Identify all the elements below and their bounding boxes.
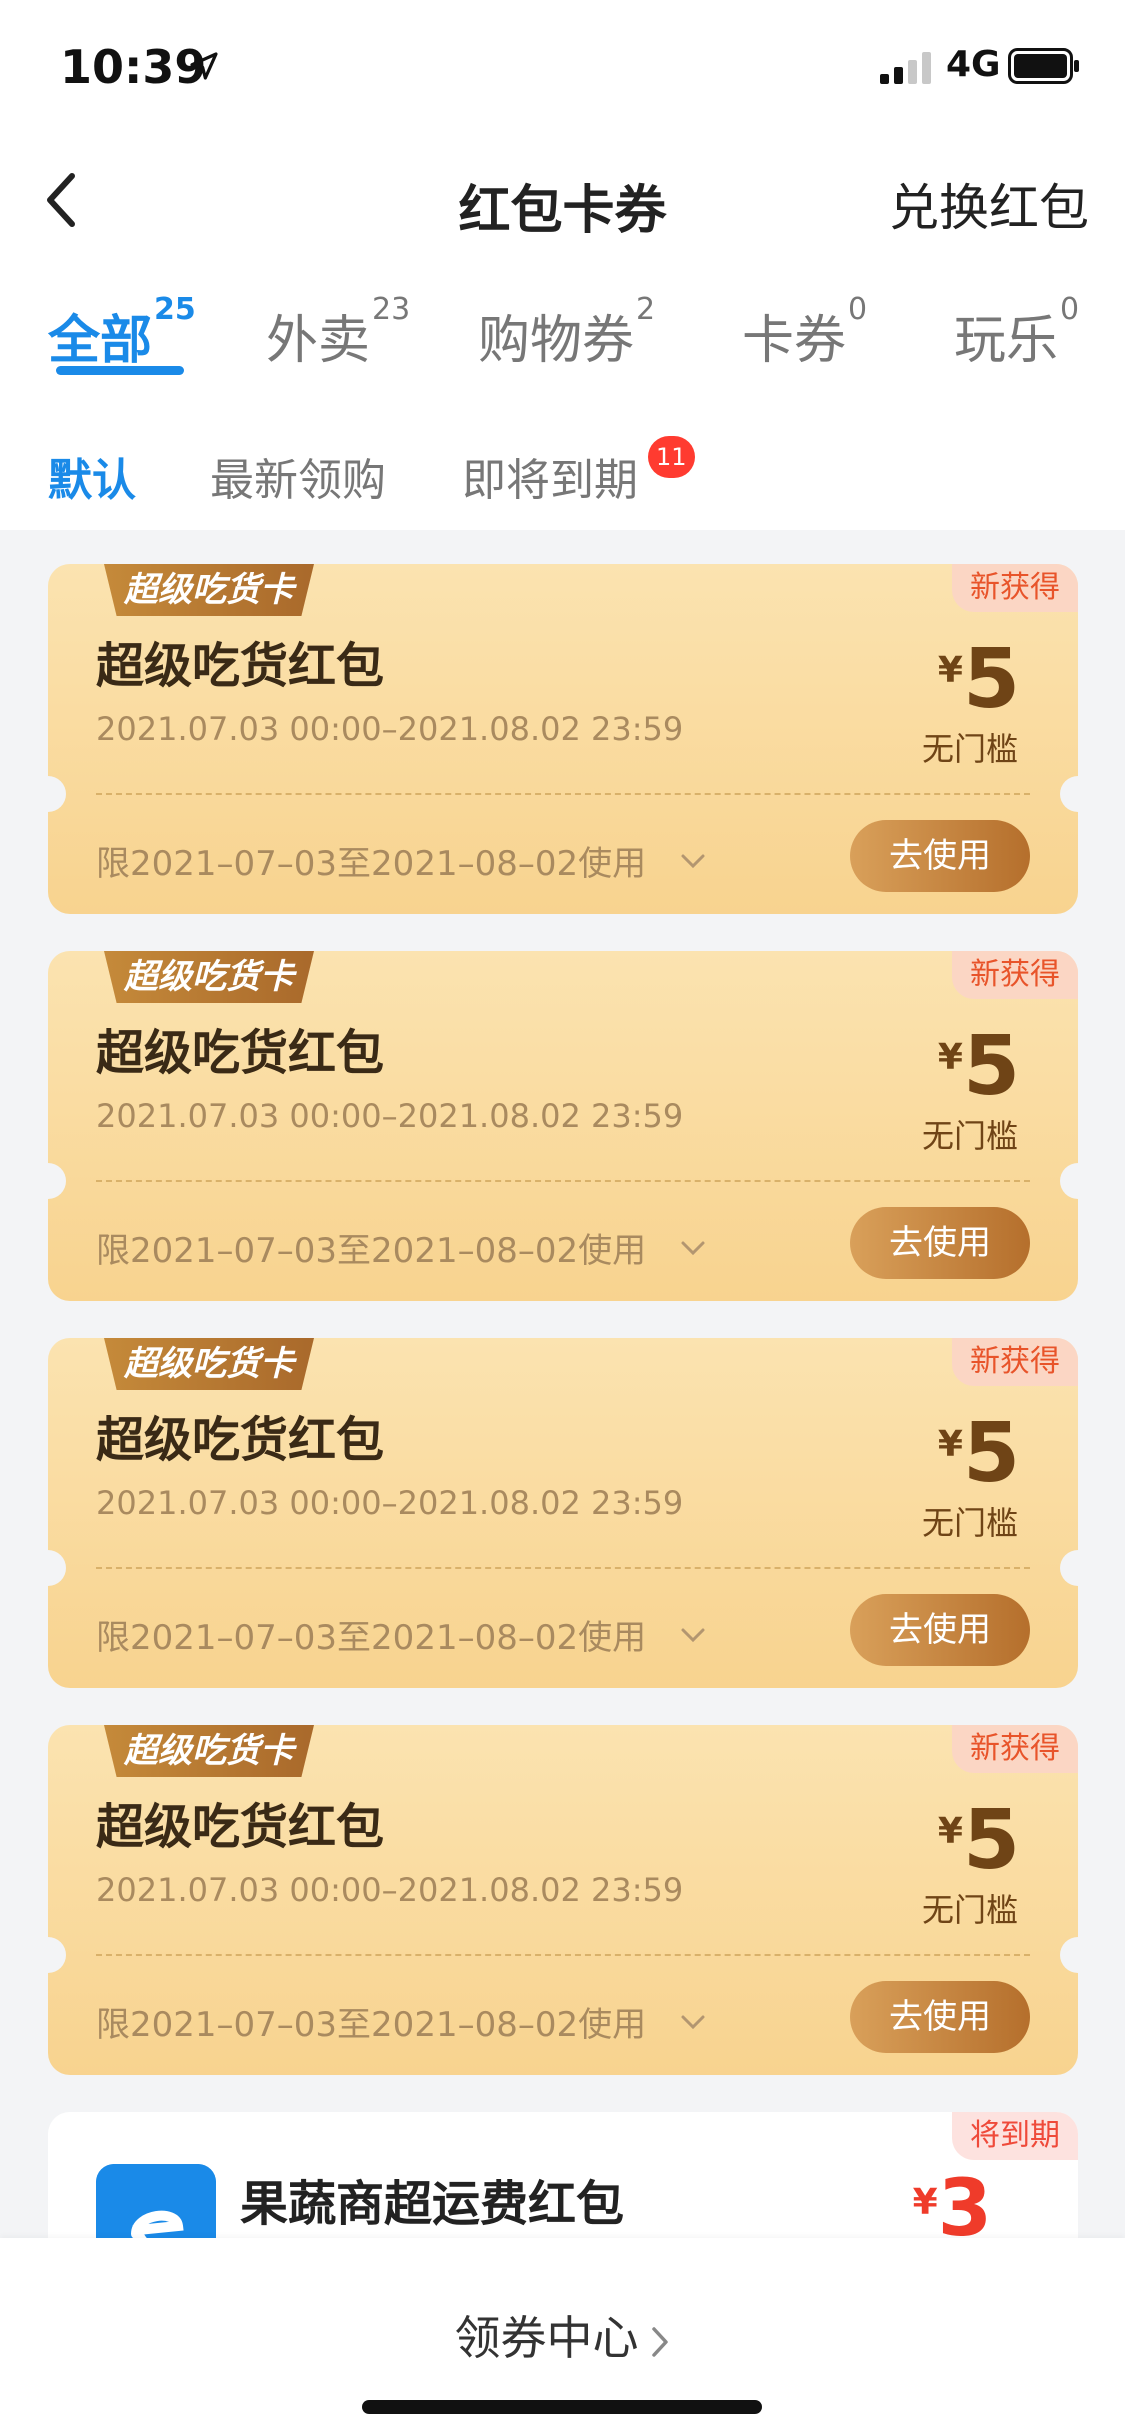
sort-tabs: 默认 最新领购 即将到期 11 bbox=[0, 402, 1125, 530]
currency-symbol: ¥ bbox=[937, 1037, 963, 1078]
currency-symbol: ¥ bbox=[937, 1424, 963, 1465]
page: 10:39 4G 红包卡券 兑换红包 全部25 外卖23 购物券2 卡券0 玩乐… bbox=[0, 0, 1125, 2436]
coupon-title: 果蔬商超运费红包 bbox=[240, 2176, 625, 2232]
divider bbox=[96, 1180, 1030, 1182]
coupon-title: 超级吃货红包 bbox=[96, 638, 385, 694]
coupon-limit[interactable]: 限2021–07–03至2021–08–02使用 bbox=[96, 1997, 646, 2046]
coupon-amount: ¥5 bbox=[938, 632, 1020, 727]
tab-shopping[interactable]: 购物券2 bbox=[478, 292, 655, 373]
active-tab-indicator bbox=[56, 366, 184, 375]
tab-label: 卡券 bbox=[742, 311, 847, 371]
coupon-tag: 超级吃货卡 bbox=[104, 1725, 314, 1777]
coupon-date: 2021.07.03 00:00–2021.08.02 23:59 bbox=[96, 1871, 684, 1909]
expiring-count-badge: 11 bbox=[648, 436, 695, 478]
coupon-threshold: 无门槛 bbox=[921, 730, 1018, 768]
tab-count: 25 bbox=[154, 292, 196, 327]
coupon-title: 超级吃货红包 bbox=[96, 1025, 385, 1081]
subtab-default[interactable]: 默认 bbox=[48, 444, 136, 508]
subtab-latest[interactable]: 最新领购 bbox=[210, 444, 386, 508]
amount-value: 5 bbox=[962, 1406, 1020, 1501]
coupon-date: 2021.07.03 00:00–2021.08.02 23:59 bbox=[96, 710, 684, 748]
coupon-limit[interactable]: 限2021–07–03至2021–08–02使用 bbox=[96, 836, 646, 885]
tab-all[interactable]: 全部25 bbox=[48, 292, 196, 373]
new-badge: 新获得 bbox=[952, 1725, 1078, 1773]
coupon-list: 超级吃货卡 新获得 超级吃货红包 2021.07.03 00:00–2021.0… bbox=[48, 564, 1078, 2312]
new-badge: 新获得 bbox=[952, 564, 1078, 612]
location-arrow-icon bbox=[190, 52, 218, 80]
chevron-right-icon bbox=[651, 2326, 668, 2357]
amount-value: 5 bbox=[962, 632, 1020, 727]
chevron-down-icon[interactable] bbox=[680, 852, 706, 870]
redeem-button[interactable]: 兑换红包 bbox=[889, 168, 1089, 240]
bottom-bar: 领券中心 bbox=[0, 2238, 1125, 2436]
chevron-down-icon[interactable] bbox=[680, 1239, 706, 1257]
status-time: 10:39 bbox=[60, 40, 207, 94]
category-tabs: 全部25 外卖23 购物券2 卡券0 玩乐0 bbox=[0, 264, 1125, 402]
tab-count: 0 bbox=[848, 292, 868, 327]
tab-label: 购物券 bbox=[478, 311, 635, 371]
subtab-expiring[interactable]: 即将到期 bbox=[462, 444, 638, 508]
coupon-center-label: 领券中心 bbox=[454, 2311, 639, 2365]
coupon-title: 超级吃货红包 bbox=[96, 1412, 385, 1468]
coupon-title: 超级吃货红包 bbox=[96, 1799, 385, 1855]
signal-icon bbox=[880, 52, 931, 84]
coupon-tag: 超级吃货卡 bbox=[104, 951, 314, 1003]
divider bbox=[96, 793, 1030, 795]
coupon-threshold: 无门槛 bbox=[921, 1117, 1018, 1155]
chevron-down-icon[interactable] bbox=[680, 1626, 706, 1644]
expiring-badge: 将到期 bbox=[952, 2112, 1078, 2160]
amount-value: 5 bbox=[962, 1019, 1020, 1114]
use-button[interactable]: 去使用 bbox=[850, 1981, 1030, 2053]
coupon-threshold: 无门槛 bbox=[921, 1504, 1018, 1542]
nav-bar: 红包卡券 兑换红包 bbox=[0, 132, 1125, 264]
tab-fun[interactable]: 玩乐0 bbox=[954, 292, 1079, 373]
amount-value: 5 bbox=[962, 1793, 1020, 1888]
coupon-amount: ¥5 bbox=[938, 1793, 1020, 1888]
coupon-limit[interactable]: 限2021–07–03至2021–08–02使用 bbox=[96, 1610, 646, 1659]
coupon-center-link[interactable]: 领券中心 bbox=[0, 2302, 1125, 2368]
coupon-limit[interactable]: 限2021–07–03至2021–08–02使用 bbox=[96, 1223, 646, 1272]
currency-symbol: ¥ bbox=[937, 650, 963, 691]
coupon-tag: 超级吃货卡 bbox=[104, 1338, 314, 1390]
chevron-down-icon[interactable] bbox=[680, 2013, 706, 2031]
coupon-tag: 超级吃货卡 bbox=[104, 564, 314, 616]
tab-label: 玩乐 bbox=[954, 311, 1059, 371]
currency-symbol: ¥ bbox=[912, 2182, 938, 2223]
use-button[interactable]: 去使用 bbox=[850, 1594, 1030, 1666]
tab-cards[interactable]: 卡券0 bbox=[742, 292, 867, 373]
coupon-card[interactable]: 超级吃货卡 新获得 超级吃货红包 2021.07.03 00:00–2021.0… bbox=[48, 1338, 1078, 1688]
coupon-card[interactable]: 超级吃货卡 新获得 超级吃货红包 2021.07.03 00:00–2021.0… bbox=[48, 1725, 1078, 2075]
tab-count: 2 bbox=[636, 292, 656, 327]
coupon-card[interactable]: 超级吃货卡 新获得 超级吃货红包 2021.07.03 00:00–2021.0… bbox=[48, 951, 1078, 1301]
tab-label: 全部 bbox=[48, 311, 153, 371]
status-bar: 10:39 4G bbox=[0, 0, 1125, 132]
use-button[interactable]: 去使用 bbox=[850, 820, 1030, 892]
divider bbox=[96, 1954, 1030, 1956]
battery-icon bbox=[1008, 48, 1079, 84]
coupon-amount: ¥5 bbox=[938, 1019, 1020, 1114]
home-indicator[interactable] bbox=[362, 2400, 762, 2414]
coupon-threshold: 无门槛 bbox=[921, 1891, 1018, 1929]
coupon-card[interactable]: 超级吃货卡 新获得 超级吃货红包 2021.07.03 00:00–2021.0… bbox=[48, 564, 1078, 914]
currency-symbol: ¥ bbox=[937, 1811, 963, 1852]
coupon-date: 2021.07.03 00:00–2021.08.02 23:59 bbox=[96, 1484, 684, 1522]
use-button[interactable]: 去使用 bbox=[850, 1207, 1030, 1279]
tab-count: 0 bbox=[1060, 292, 1080, 327]
tab-count: 23 bbox=[372, 292, 411, 327]
new-badge: 新获得 bbox=[952, 1338, 1078, 1386]
network-label: 4G bbox=[946, 44, 1001, 85]
new-badge: 新获得 bbox=[952, 951, 1078, 999]
coupon-date: 2021.07.03 00:00–2021.08.02 23:59 bbox=[96, 1097, 684, 1135]
tab-label: 外卖 bbox=[266, 311, 371, 371]
tab-takeout[interactable]: 外卖23 bbox=[266, 292, 410, 373]
coupon-amount: ¥5 bbox=[938, 1406, 1020, 1501]
divider bbox=[96, 1567, 1030, 1569]
